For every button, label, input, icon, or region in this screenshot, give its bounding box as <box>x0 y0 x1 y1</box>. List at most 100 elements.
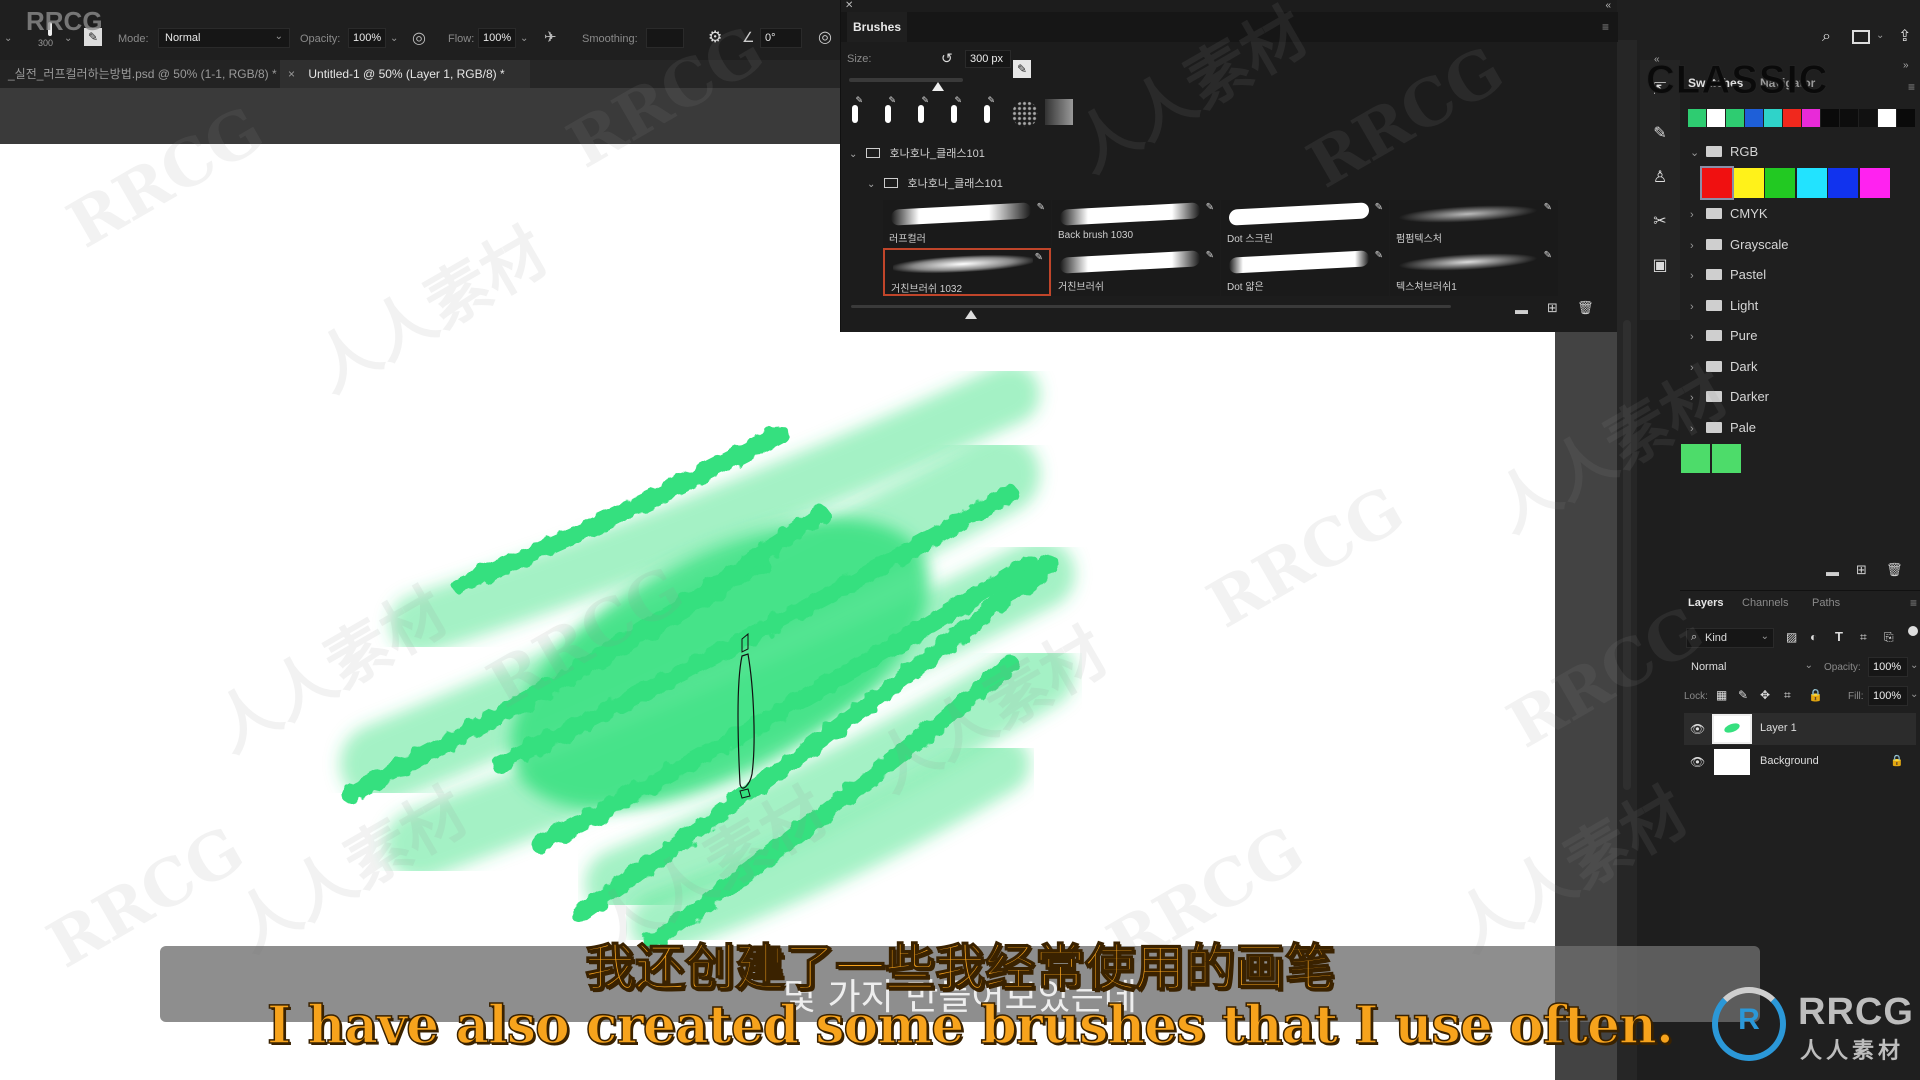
tab-paths[interactable]: Paths <box>1812 597 1840 609</box>
layer-filter-kind-select[interactable]: ⌕ Kind ⌄ <box>1686 628 1774 648</box>
swatch-group[interactable]: › CMYK <box>1690 202 1768 226</box>
airbrush-icon[interactable]: ✈ <box>544 28 557 46</box>
rgb-swatch[interactable] <box>1796 168 1827 198</box>
rgb-swatch[interactable] <box>1733 168 1764 198</box>
pressure-size-icon[interactable]: ◎ <box>818 27 832 47</box>
brush-preset-item[interactable]: ✎ 텍스쳐브러쉬1 <box>1390 248 1558 296</box>
tool-presets-icon[interactable]: ✂ <box>1646 208 1674 236</box>
recent-brush-tip[interactable]: ✎ <box>880 95 896 125</box>
layer-opacity-chevron-icon[interactable]: ⌄ <box>1910 660 1918 671</box>
workspace-chevron-icon[interactable]: ⌄ <box>1876 30 1884 41</box>
brush-preset-item[interactable]: ✎ 거친브러쉬 1032 <box>883 248 1051 296</box>
swatch-group-rgb[interactable]: ⌄ RGB <box>1690 140 1758 164</box>
share-icon[interactable]: ⇪ <box>1898 26 1911 46</box>
new-brush-icon[interactable]: ⊞ <box>1547 300 1558 316</box>
recent-swatch[interactable] <box>1859 109 1877 127</box>
swatch-group[interactable]: › Darker <box>1690 385 1769 409</box>
filter-smart-object-icon[interactable]: ⎘ <box>1884 630 1894 645</box>
panel-menu-icon[interactable]: ≡ <box>1602 20 1609 34</box>
brush-subfolder-row[interactable]: ⌄ 호나호나_클래스101 <box>867 173 1607 195</box>
filter-adjustment-icon[interactable]: ◐ <box>1810 630 1817 644</box>
new-swatch-icon[interactable]: ⊞ <box>1856 562 1867 578</box>
pressure-opacity-icon[interactable]: ◎ <box>412 28 426 48</box>
rgb-swatch[interactable] <box>1828 168 1858 198</box>
recent-brush-tip[interactable] <box>1045 95 1075 125</box>
tab-untitled-1[interactable]: × Untitled-1 @ 50% (Layer 1, RGB/8) * <box>280 60 530 88</box>
recent-swatch[interactable] <box>1783 109 1801 127</box>
recent-swatch[interactable] <box>1726 109 1744 127</box>
brush-folder-row[interactable]: ⌄ 호나호나_클래스101 <box>849 143 1609 165</box>
opacity-chevron-icon[interactable]: ⌄ <box>390 33 398 44</box>
recent-swatch[interactable] <box>1707 109 1725 127</box>
rgb-swatch[interactable] <box>1700 166 1734 200</box>
flow-input[interactable]: 100% <box>478 28 516 48</box>
close-panel-icon[interactable]: ✕ <box>845 0 853 11</box>
flow-chevron-icon[interactable]: ⌄ <box>520 33 528 44</box>
rgb-swatch[interactable] <box>1765 168 1795 198</box>
tab-layers[interactable]: Layers <box>1688 597 1723 609</box>
brush-preset-item[interactable]: ✎ Back brush 1030 <box>1052 200 1220 248</box>
filter-shape-icon[interactable]: ⌗ <box>1860 630 1867 645</box>
brush-size-input[interactable]: 300 px <box>965 50 1011 68</box>
swatch-group[interactable]: › Light <box>1690 294 1758 318</box>
scrollbar-thumb[interactable] <box>1623 320 1631 790</box>
filter-type-icon[interactable]: T <box>1835 629 1843 644</box>
layer-opacity-input[interactable]: 100% <box>1868 657 1908 677</box>
recent-brush-tip[interactable] <box>1012 95 1040 127</box>
swatch-group[interactable]: › Dark <box>1690 355 1757 379</box>
brush-preset-item[interactable]: ✎ 러프컬러 <box>883 200 1051 248</box>
preview-size-slider-knob[interactable] <box>965 310 977 319</box>
recent-swatch[interactable] <box>1802 109 1820 127</box>
visibility-eye-icon[interactable]: 👁 <box>1690 722 1705 736</box>
layers-menu-icon[interactable]: ≡ <box>1910 596 1917 610</box>
tab-document-psd[interactable]: _실전_러프컬러하는방법.psd @ 50% (1-1, RGB/8) * <box>0 60 280 88</box>
swatch-group[interactable]: › Pastel <box>1690 263 1766 287</box>
libraries-icon[interactable]: ▣ <box>1646 252 1674 280</box>
recent-brush-tip[interactable]: ✎ <box>946 95 962 125</box>
brush-preset-item[interactable]: ✎ 거친브러쉬 <box>1052 248 1220 296</box>
delete-brush-trash-icon[interactable]: 🗑 <box>1577 300 1594 316</box>
size-slider-knob[interactable] <box>931 82 944 91</box>
new-swatch-group-icon[interactable]: ▬ <box>1826 564 1839 579</box>
swatch-group[interactable]: › Pure <box>1690 324 1757 348</box>
lock-artboard-icon[interactable]: ⌗ <box>1784 688 1791 703</box>
recent-brush-tip[interactable]: ✎ <box>847 95 863 125</box>
lock-image-pixels-icon[interactable]: ✎ <box>1738 688 1748 702</box>
brush-settings-icon[interactable]: ✎ <box>1013 60 1031 78</box>
tab-channels[interactable]: Channels <box>1742 597 1788 609</box>
fill-chevron-icon[interactable]: ⌄ <box>1910 689 1918 700</box>
collapse-right-panel-icon[interactable]: » <box>1903 60 1909 71</box>
recent-swatch[interactable] <box>1878 109 1896 127</box>
layer-row-background[interactable]: 👁 Background 🔒 <box>1684 746 1916 778</box>
rgb-swatch[interactable] <box>1859 168 1890 198</box>
recent-swatch[interactable] <box>1764 109 1782 127</box>
recent-swatch[interactable] <box>1897 109 1915 127</box>
blend-mode-select[interactable]: Normal ⌄ <box>1684 657 1818 677</box>
lock-position-icon[interactable]: ✥ <box>1760 688 1770 702</box>
brush-preset-item[interactable]: ✎ 펌펌텍스처 <box>1390 200 1558 248</box>
visibility-eye-icon[interactable]: 👁 <box>1690 755 1705 769</box>
recent-swatch[interactable] <box>1688 109 1706 127</box>
custom-swatch[interactable] <box>1681 444 1710 473</box>
recent-brush-tip[interactable]: ✎ <box>913 95 929 125</box>
swatches-menu-icon[interactable]: ≡ <box>1908 80 1915 94</box>
opacity-input[interactable]: 100% <box>348 28 386 48</box>
custom-swatch[interactable] <box>1712 444 1741 473</box>
lock-all-icon[interactable]: 🔒 <box>1808 688 1823 702</box>
reset-size-icon[interactable]: ↺ <box>941 50 953 67</box>
recent-brush-tip[interactable]: ✎ <box>979 95 995 125</box>
swatch-group[interactable]: › Pale <box>1690 416 1756 440</box>
close-tab-icon[interactable]: × <box>288 67 295 81</box>
brush-preset-item[interactable]: ✎ Dot 스크린 <box>1221 200 1389 248</box>
brush-preset-item[interactable]: ✎ Dot 얇은 <box>1221 248 1389 296</box>
tab-brushes[interactable]: Brushes <box>847 12 907 42</box>
panel-scrollbar[interactable] <box>1617 40 1637 1080</box>
filter-pixel-icon[interactable]: ▨ <box>1786 630 1797 644</box>
workspace-icon[interactable] <box>1852 30 1870 44</box>
tool-preset-chevron-icon[interactable]: ⌄ <box>4 33 12 44</box>
preview-size-slider-track[interactable] <box>851 305 1451 308</box>
lock-transparent-pixels-icon[interactable]: ▦ <box>1716 688 1727 702</box>
search-icon[interactable]: ⌕ <box>1822 28 1831 46</box>
new-group-folder-icon[interactable]: ▬ <box>1515 302 1528 317</box>
filter-toggle-icon[interactable] <box>1908 626 1918 636</box>
